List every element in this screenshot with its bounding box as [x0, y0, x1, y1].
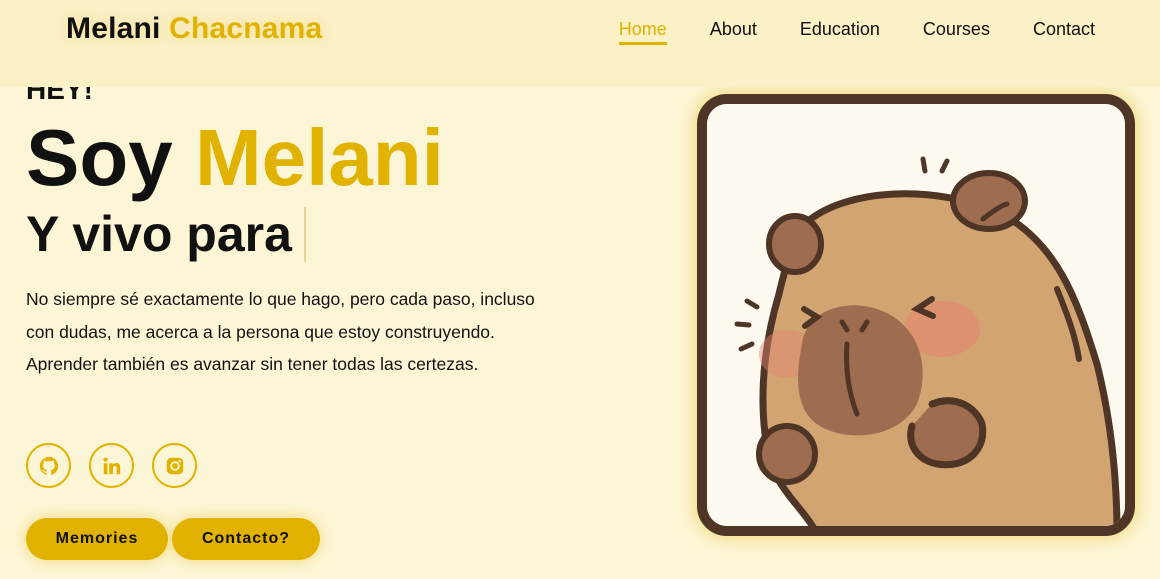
linkedin-icon [102, 456, 120, 474]
social-links [26, 443, 197, 488]
nav-about[interactable]: About [710, 19, 757, 45]
contact-button[interactable]: Contacto? [172, 518, 320, 560]
main-nav: Home About Education Courses Contact [618, 19, 1095, 45]
logo-last-name: Chacnama [169, 12, 323, 45]
instagram-link[interactable] [152, 443, 197, 488]
profile-image-frame [697, 94, 1135, 536]
github-link[interactable] [26, 443, 71, 488]
logo-first-name: Melani [66, 12, 161, 45]
hero-subtitle-text: Y vivo para [26, 206, 292, 262]
logo[interactable]: Melani Chacnama [66, 12, 322, 46]
nav-courses[interactable]: Courses [923, 19, 990, 45]
hero-buttons: Memories Contacto? [26, 518, 320, 560]
memories-button[interactable]: Memories [26, 518, 168, 560]
hero-subtitle: Y vivo para [26, 205, 306, 263]
linkedin-link[interactable] [89, 443, 134, 488]
github-icon [39, 456, 58, 475]
nav-education[interactable]: Education [800, 19, 880, 45]
hero-title: Soy Melani [26, 118, 444, 198]
hero-title-prefix: Soy [26, 113, 173, 202]
typing-cursor [303, 206, 306, 262]
hero-description: No siempre sé exactamente lo que hago, p… [26, 289, 535, 374]
site-header: Melani Chacnama Home About Education Cou… [0, 0, 1160, 87]
nav-contact[interactable]: Contact [1033, 19, 1095, 45]
nav-home[interactable]: Home [618, 19, 667, 45]
capybara-illustration [707, 104, 1125, 526]
instagram-icon [166, 457, 183, 474]
hero-title-name: Melani [194, 113, 444, 202]
